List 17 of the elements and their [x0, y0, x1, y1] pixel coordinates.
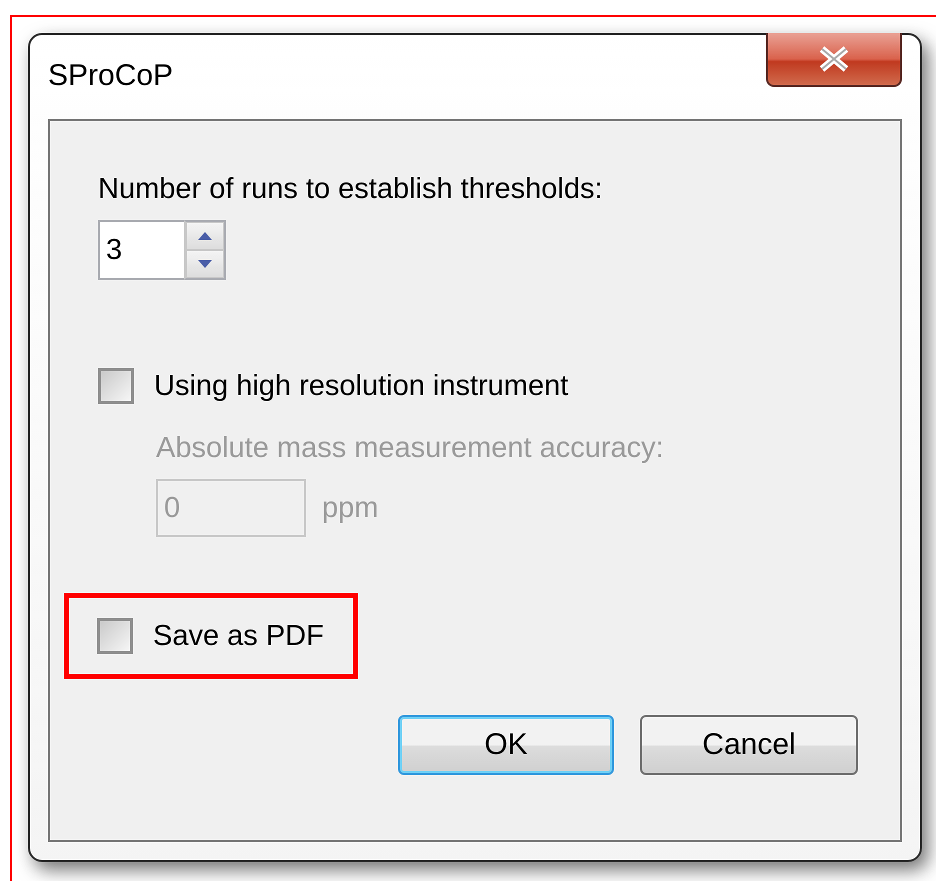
- accuracy-label: Absolute mass measurement accuracy:: [156, 432, 665, 465]
- checkbox[interactable]: [98, 368, 134, 404]
- up-triangle-icon: [198, 232, 212, 240]
- dialog-button[interactable]: Cancel: [640, 715, 858, 775]
- runs-label: Number of runs to establish thresholds:: [98, 173, 604, 206]
- window-title: SProCoP: [48, 59, 174, 93]
- close-icon: [817, 46, 851, 72]
- runs-field[interactable]: 3: [98, 220, 184, 280]
- close-button[interactable]: [766, 33, 902, 87]
- spin-down-button[interactable]: [186, 250, 224, 278]
- down-triangle-icon: [198, 260, 212, 268]
- checkbox[interactable]: [97, 618, 133, 654]
- checkbox-label: Save as PDF: [153, 620, 324, 652]
- dialog-button[interactable]: OK: [398, 715, 614, 775]
- checkbox-label: Using high resolution instrument: [154, 370, 568, 402]
- spin-up-button[interactable]: [186, 222, 224, 250]
- unit-label: ppm: [322, 492, 378, 524]
